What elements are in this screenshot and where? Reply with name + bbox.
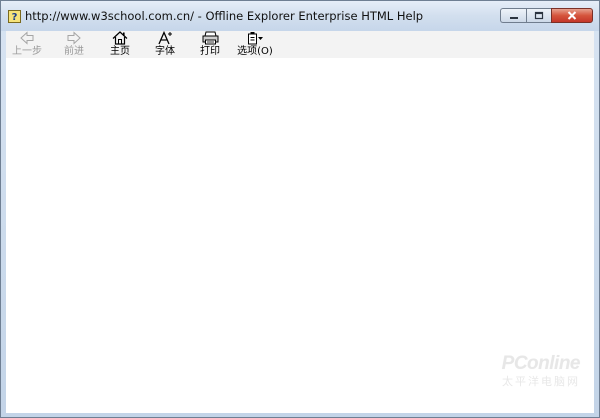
watermark-subtext: 太平洋电脑网 [502, 375, 580, 388]
help-window: ? http://www.w3school.com.cn/ - Offline … [0, 0, 600, 418]
watermark: PConline 太平洋电脑网 [501, 353, 581, 389]
printer-icon [202, 31, 218, 45]
close-icon [567, 11, 577, 20]
forward-label: 前进 [64, 46, 84, 57]
print-button[interactable]: 打印 [196, 31, 224, 58]
title-bar[interactable]: ? http://www.w3school.com.cn/ - Offline … [1, 1, 599, 31]
watermark-logo: PConline [501, 353, 581, 374]
minimize-icon [509, 16, 518, 19]
window-title: http://www.w3school.com.cn/ - Offline Ex… [25, 9, 424, 23]
print-label: 打印 [200, 46, 220, 57]
back-button[interactable]: 上一步 [10, 31, 44, 58]
close-button[interactable] [551, 8, 593, 23]
back-arrow-icon [20, 31, 34, 45]
home-button[interactable]: 主页 [106, 31, 134, 58]
svg-text:?: ? [12, 12, 18, 23]
options-button[interactable]: 选项(O) [236, 31, 274, 58]
minimize-button[interactable] [500, 8, 526, 23]
home-icon [112, 31, 128, 45]
back-label: 上一步 [12, 46, 42, 57]
home-label: 主页 [110, 46, 130, 57]
maximize-icon [534, 11, 544, 20]
font-icon [158, 31, 172, 45]
help-app-icon[interactable]: ? [8, 9, 21, 23]
forward-arrow-icon [67, 31, 81, 45]
forward-button[interactable]: 前进 [59, 31, 89, 58]
help-content-pane[interactable]: PConline 太平洋电脑网 [6, 58, 594, 413]
options-label: 选项(O) [237, 46, 273, 57]
toolbar: 上一步 前进 主页 字体 打印 选项(O) [6, 31, 594, 58]
maximize-button[interactable] [526, 8, 551, 23]
caption-buttons [500, 8, 593, 25]
font-button[interactable]: 字体 [151, 31, 179, 58]
font-label: 字体 [155, 46, 175, 57]
options-icon [247, 32, 263, 45]
